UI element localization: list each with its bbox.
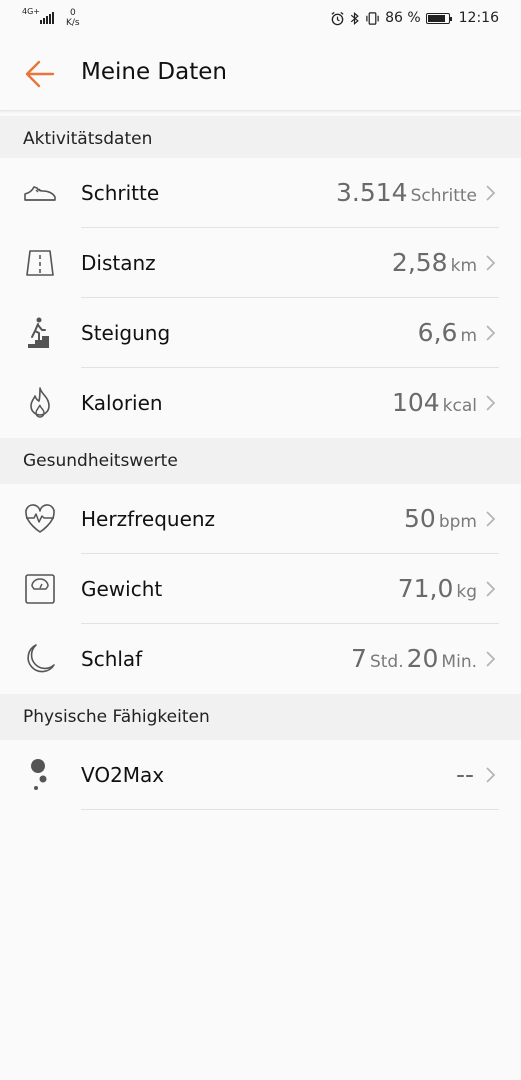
- heart-rate-icon: [25, 504, 55, 533]
- row-label: Herzfrequenz: [81, 507, 216, 531]
- chevron-right-icon: [486, 255, 496, 271]
- flame-icon: [30, 387, 50, 418]
- row-distance[interactable]: Distanz 2,58 km: [0, 228, 521, 298]
- row-label: Schritte: [81, 181, 160, 205]
- row-value: 3.514 Schritte: [336, 158, 477, 231]
- chevron-right-icon: [486, 511, 496, 527]
- vibrate-icon: [366, 11, 379, 25]
- road-icon: [26, 250, 54, 276]
- value-number: 20: [406, 644, 439, 673]
- value-unit: bpm: [438, 512, 477, 532]
- section-header-activity: Aktivitätsdaten: [0, 116, 521, 162]
- row-value: 6,6 m: [418, 298, 477, 371]
- chevron-right-icon: [486, 581, 496, 597]
- battery-icon: [425, 12, 452, 24]
- row-label: Kalorien: [81, 391, 163, 415]
- value-unit: kg: [456, 582, 477, 602]
- value-number: 71,0: [397, 574, 454, 603]
- row-value: --: [456, 740, 477, 813]
- moon-icon: [27, 644, 55, 673]
- section-health: Herzfrequenz 50 bpm Gewicht 71,0 kg Schlaf…: [0, 484, 521, 694]
- bluetooth-icon: [350, 11, 359, 25]
- back-arrow-icon[interactable]: [24, 58, 56, 90]
- network-speed-value: 0: [69, 8, 76, 18]
- row-value: 50 bpm: [404, 484, 477, 557]
- value-unit: Min.: [441, 652, 477, 672]
- row-steps[interactable]: Schritte 3.514 Schritte: [0, 158, 521, 228]
- app-header: Meine Daten: [0, 38, 521, 111]
- row-label: Steigung: [81, 321, 171, 345]
- section-activity: Schritte 3.514 Schritte Distanz 2,58 km St…: [0, 158, 521, 438]
- row-label: VO2Max: [81, 763, 165, 787]
- status-bar: 4G+ 0 K/s 86 % 12:16: [0, 0, 521, 38]
- network-speed: 0 K/s: [66, 8, 80, 28]
- scale-icon: [25, 574, 55, 604]
- network-type: 4G+: [22, 7, 40, 16]
- value-unit: Schritte: [410, 186, 477, 206]
- row-elevation[interactable]: Steigung 6,6 m: [0, 298, 521, 368]
- value-number: 2,58: [391, 248, 448, 277]
- value-number: 104: [391, 388, 440, 417]
- row-weight[interactable]: Gewicht 71,0 kg: [0, 554, 521, 624]
- row-label: Distanz: [81, 251, 156, 275]
- value-number: 6,6: [417, 318, 458, 347]
- row-calories[interactable]: Kalorien 104 kcal: [0, 368, 521, 438]
- row-value: 7 Std. 20 Min.: [351, 624, 477, 697]
- section-physical: VO2Max --: [0, 740, 521, 810]
- row-label: Schlaf: [81, 647, 143, 671]
- row-vo2max[interactable]: VO2Max --: [0, 740, 521, 810]
- value-unit: m: [460, 326, 477, 346]
- value-number: --: [455, 760, 474, 789]
- alarm-icon: [331, 11, 344, 25]
- section-header-health: Gesundheitswerte: [0, 438, 521, 484]
- row-value: 71,0 kg: [398, 554, 477, 627]
- chevron-right-icon: [486, 651, 496, 667]
- row-sleep[interactable]: Schlaf 7 Std. 20 Min.: [0, 624, 521, 694]
- network-speed-unit: K/s: [66, 18, 80, 28]
- signal-indicator: 4G+: [22, 8, 54, 24]
- chevron-right-icon: [486, 325, 496, 341]
- value-number: 50: [404, 504, 436, 533]
- chevron-right-icon: [486, 185, 496, 201]
- row-value: 104 kcal: [392, 368, 477, 441]
- section-header-physical: Physische Fähigkeiten: [0, 694, 521, 740]
- value-unit: Std.: [369, 652, 404, 672]
- page-title: Meine Daten: [81, 59, 227, 85]
- chevron-right-icon: [486, 395, 496, 411]
- stairs-climber-icon: [28, 317, 49, 348]
- value-unit: kcal: [442, 396, 477, 416]
- signal-bars-icon: [40, 10, 54, 24]
- battery-percent: 86 %: [385, 10, 421, 26]
- value-unit: km: [450, 256, 477, 276]
- value-number: 7: [351, 644, 367, 673]
- row-label: Gewicht: [81, 577, 163, 601]
- row-heart-rate[interactable]: Herzfrequenz 50 bpm: [0, 484, 521, 554]
- shoe-icon: [24, 186, 56, 201]
- row-value: 2,58 km: [392, 228, 477, 301]
- value-number: 3.514: [336, 178, 408, 207]
- clock: 12:16: [458, 10, 499, 26]
- vo2max-icon: [31, 759, 47, 790]
- chevron-right-icon: [486, 767, 496, 783]
- divider: [81, 809, 499, 810]
